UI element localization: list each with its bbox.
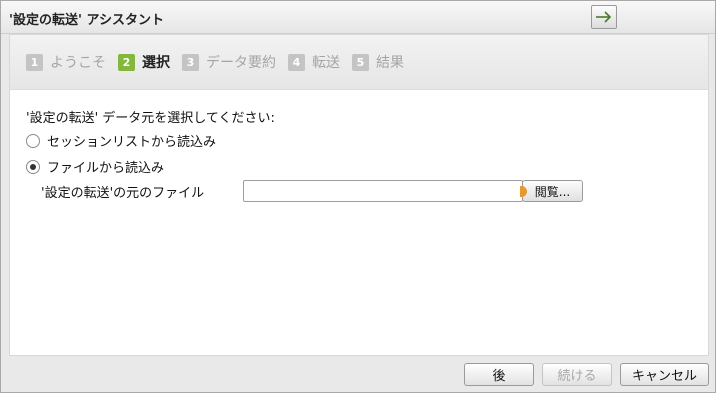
option-session-list[interactable]: セッションリストから読込み: [26, 131, 216, 150]
step-number: 1: [26, 53, 43, 71]
step-number: 5: [352, 53, 369, 71]
option-label: ファイルから読込み: [47, 161, 165, 176]
source-prompt: '設定の転送' データ元を選択してください:: [26, 111, 275, 126]
step-number: 3: [182, 53, 199, 71]
wizard-steps: 1 ようこそ 2 選択 3 データ要約 4 転送 5 結果: [26, 52, 416, 72]
browse-label: 閲覧...: [534, 184, 571, 199]
step-label: ようこそ: [50, 55, 106, 71]
step-select: 2 選択: [118, 52, 170, 72]
radio-button[interactable]: [26, 159, 40, 174]
source-file-label: '設定の転送'の元のファイル: [41, 186, 205, 201]
step-result: 5 結果: [352, 52, 404, 72]
continue-label: 続ける: [557, 369, 597, 384]
title-bar: '設定の転送' アシスタント: [1, 1, 715, 34]
step-label: 転送: [312, 55, 340, 71]
window-title: '設定の転送' アシスタント: [9, 13, 164, 28]
cancel-button[interactable]: キャンセル: [620, 363, 709, 386]
step-label: 結果: [376, 55, 404, 71]
browse-button[interactable]: 閲覧...: [520, 180, 583, 202]
arrow-right-icon: [596, 11, 612, 23]
step-number: 4: [288, 53, 305, 71]
step-transfer: 4 転送: [288, 52, 340, 72]
wizard-panel: 1 ようこそ 2 選択 3 データ要約 4 転送 5 結果 '設定の転送' デー…: [9, 34, 709, 356]
step-data-summary: 3 データ要約: [182, 52, 276, 72]
step-number: 2: [118, 53, 135, 71]
radio-button[interactable]: [26, 133, 40, 148]
transfer-settings-dialog: '設定の転送' アシスタント 1 ようこそ 2 選択 3 データ要約 4 転送 …: [0, 0, 716, 393]
option-label: セッションリストから読込み: [47, 135, 217, 150]
option-from-file[interactable]: ファイルから読込み: [26, 157, 164, 176]
wizard-steps-bar: 1 ようこそ 2 選択 3 データ要約 4 転送 5 結果: [10, 35, 708, 90]
cancel-label: キャンセル: [631, 369, 697, 384]
source-file-input[interactable]: [243, 180, 523, 202]
back-button[interactable]: 後: [464, 363, 534, 386]
browse-accent-icon: [520, 186, 527, 197]
step-label: データ要約: [206, 55, 276, 71]
step-welcome: 1 ようこそ: [26, 52, 106, 72]
back-label: 後: [492, 369, 506, 384]
step-label: 選択: [142, 55, 170, 71]
continue-button[interactable]: 続ける: [542, 363, 612, 386]
export-arrow-button[interactable]: [591, 5, 617, 29]
